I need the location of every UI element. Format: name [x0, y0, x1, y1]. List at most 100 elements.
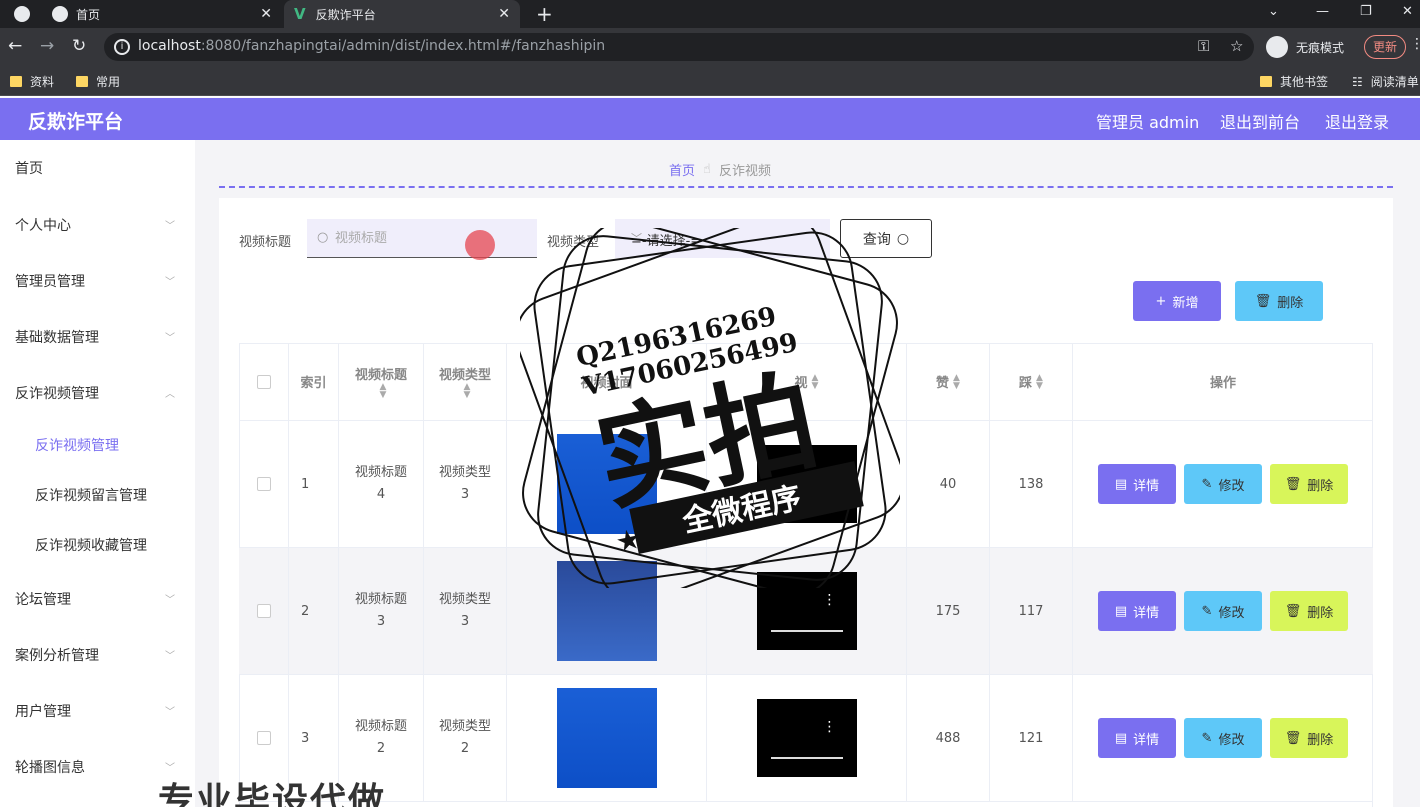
vue-logo-icon: V [294, 5, 306, 23]
tab-search-icon[interactable]: ⌄ [1268, 4, 1279, 19]
header-type[interactable]: 视频类型 ▲ ▼ [424, 343, 507, 420]
sidebar-item-users[interactable]: 用户管理 ﹀ [15, 701, 175, 721]
close-icon[interactable]: ✕ [260, 6, 272, 22]
reading-list[interactable]: ☷ 阅读清单 [1352, 73, 1419, 90]
pencil-icon: ✎ [1201, 476, 1213, 492]
progress-bar[interactable] [770, 630, 843, 632]
sidebar-item-home[interactable]: 首页 [15, 158, 175, 178]
cell-index: 1 [289, 421, 339, 547]
sort-icon[interactable]: ▲ ▼ [812, 373, 819, 390]
breadcrumb-home[interactable]: 首页 [669, 160, 695, 179]
edit-button[interactable]: ✎ 修改 [1184, 591, 1262, 631]
document-icon: ▤ [1114, 476, 1128, 492]
header-like[interactable]: 赞 ▲ ▼ [907, 343, 990, 420]
maximize-icon[interactable]: ❐ [1360, 4, 1372, 19]
document-icon: ▤ [1114, 730, 1128, 746]
folder-icon [10, 76, 22, 87]
reload-icon[interactable]: ↻ [72, 36, 86, 56]
edit-button[interactable]: ✎ 修改 [1184, 464, 1262, 504]
progress-bar[interactable] [770, 757, 843, 759]
batch-delete-button[interactable]: 🗑 删除 [1235, 281, 1323, 321]
header-dislike[interactable]: 踩 ▲ ▼ [990, 343, 1073, 420]
header-index: 索引 [289, 343, 339, 420]
folder-icon [76, 76, 88, 87]
type-select[interactable]: =-请选择-= ﹀ [615, 219, 830, 258]
progress-bar[interactable] [770, 503, 843, 505]
detail-button[interactable]: ▤ 详情 [1098, 718, 1176, 758]
video-player[interactable]: ⋮ [756, 445, 857, 523]
table-row: 1 视频标题4 视频类型3 ⋮ 40 138 ▤ 详情 ✎ 修改 🗑 删除 [239, 421, 1373, 548]
sidebar-item-videos[interactable]: 反诈视频管理 ︿ [15, 383, 175, 403]
query-button[interactable]: 查询 ○ [840, 219, 932, 258]
sort-icon[interactable]: ▲ ▼ [380, 383, 387, 400]
row-checkbox[interactable] [256, 604, 271, 618]
url-text[interactable]: localhost:8080/fanzhapingtai/admin/dist/… [138, 38, 605, 54]
star-icon[interactable]: ☆ [1230, 37, 1243, 55]
chevron-up-icon: ︿ [165, 389, 175, 400]
delete-button[interactable]: 🗑 删除 [1270, 718, 1348, 758]
browser-tab-home[interactable]: 首页 ✕ [44, 0, 282, 28]
key-icon[interactable]: ⚿ [1198, 37, 1209, 55]
address-bar[interactable]: i localhost:8080/fanzhapingtai/admin/dis… [104, 33, 1254, 61]
exit-front-link[interactable]: 退出到前台 [1220, 109, 1300, 133]
video-player[interactable]: ⋮ [756, 572, 857, 650]
bookmark-folder[interactable]: 其他书签 [1260, 73, 1328, 90]
title-search-field[interactable]: ○ [307, 219, 537, 258]
bookmark-folder[interactable]: 常用 [76, 73, 120, 90]
row-checkbox[interactable] [256, 477, 271, 491]
forward-icon[interactable]: → [40, 36, 54, 56]
new-tab-icon[interactable]: + [536, 2, 553, 26]
close-icon[interactable]: ✕ [498, 6, 510, 22]
minimize-icon[interactable]: — [1316, 4, 1329, 19]
logout-link[interactable]: 退出登录 [1325, 109, 1389, 133]
more-icon[interactable]: ⋮ [823, 465, 837, 481]
header-video[interactable]: 视 ▲ ▼ [707, 343, 907, 420]
video-cover-image[interactable] [556, 434, 657, 534]
incognito-indicator[interactable]: 无痕模式 [1266, 33, 1344, 61]
back-icon[interactable]: ← [8, 36, 22, 56]
title-filter-label: 视频标题 [239, 235, 292, 250]
video-cover-image[interactable] [556, 688, 657, 788]
edit-button[interactable]: ✎ 修改 [1184, 718, 1262, 758]
tab-title: 反欺诈平台 [315, 7, 376, 22]
sidebar-item-carousel[interactable]: 轮播图信息 ﹀ [15, 757, 175, 777]
info-icon[interactable]: i [114, 39, 130, 55]
sort-icon[interactable]: ▲ ▼ [1036, 373, 1043, 390]
window-close-icon[interactable]: ✕ [1402, 4, 1413, 19]
sidebar-item-admins[interactable]: 管理员管理 ﹀ [15, 271, 175, 291]
select-all-checkbox[interactable] [256, 374, 271, 389]
sidebar-item-basic-data[interactable]: 基础数据管理 ﹀ [15, 327, 175, 347]
sort-icon[interactable]: ▲ ▼ [953, 373, 960, 390]
sidebar-subitem-video-favorites[interactable]: 反诈视频收藏管理 [35, 535, 147, 555]
chevron-down-icon: ﹀ [165, 221, 175, 232]
detail-button[interactable]: ▤ 详情 [1098, 464, 1176, 504]
browser-tab-active[interactable]: V 反欺诈平台 ✕ [284, 0, 520, 28]
sidebar-item-personal[interactable]: 个人中心 ﹀ [15, 215, 175, 235]
cell-like: 488 [907, 675, 990, 801]
menu-icon[interactable]: ⋮ [1410, 36, 1420, 52]
update-button[interactable]: 更新 [1364, 35, 1406, 59]
row-checkbox[interactable] [256, 731, 271, 745]
bookmark-folder[interactable]: 资料 [10, 73, 54, 90]
app-header: 反欺诈平台 管理员 admin 退出到前台 退出登录 [0, 98, 1420, 140]
sidebar-subitem-video-manage[interactable]: 反诈视频管理 [35, 435, 119, 455]
trash-icon: 🗑 [1254, 293, 1272, 309]
video-player[interactable]: ⋮ [756, 699, 857, 777]
sidebar-item-cases[interactable]: 案例分析管理 ﹀ [15, 645, 175, 665]
sort-icon[interactable]: ▲ ▼ [464, 383, 471, 400]
video-cover-image[interactable] [556, 561, 657, 661]
more-icon[interactable]: ⋮ [823, 719, 837, 735]
browser-globe-icon[interactable] [14, 6, 30, 22]
delete-button[interactable]: 🗑 删除 [1270, 464, 1348, 504]
trash-icon: 🗑 [1284, 603, 1302, 619]
header-title[interactable]: 视频标题 ▲ ▼ [339, 343, 424, 420]
more-icon[interactable]: ⋮ [823, 592, 837, 608]
chevron-down-icon: ﹀ [631, 232, 642, 245]
title-search-input[interactable] [335, 227, 525, 249]
sidebar-subitem-video-comments[interactable]: 反诈视频留言管理 [35, 485, 147, 505]
sidebar-item-forum[interactable]: 论坛管理 ﹀ [15, 589, 175, 609]
add-button[interactable]: + 新增 [1133, 281, 1221, 321]
hand-icon: ☝ [703, 162, 711, 177]
detail-button[interactable]: ▤ 详情 [1098, 591, 1176, 631]
delete-button[interactable]: 🗑 删除 [1270, 591, 1348, 631]
